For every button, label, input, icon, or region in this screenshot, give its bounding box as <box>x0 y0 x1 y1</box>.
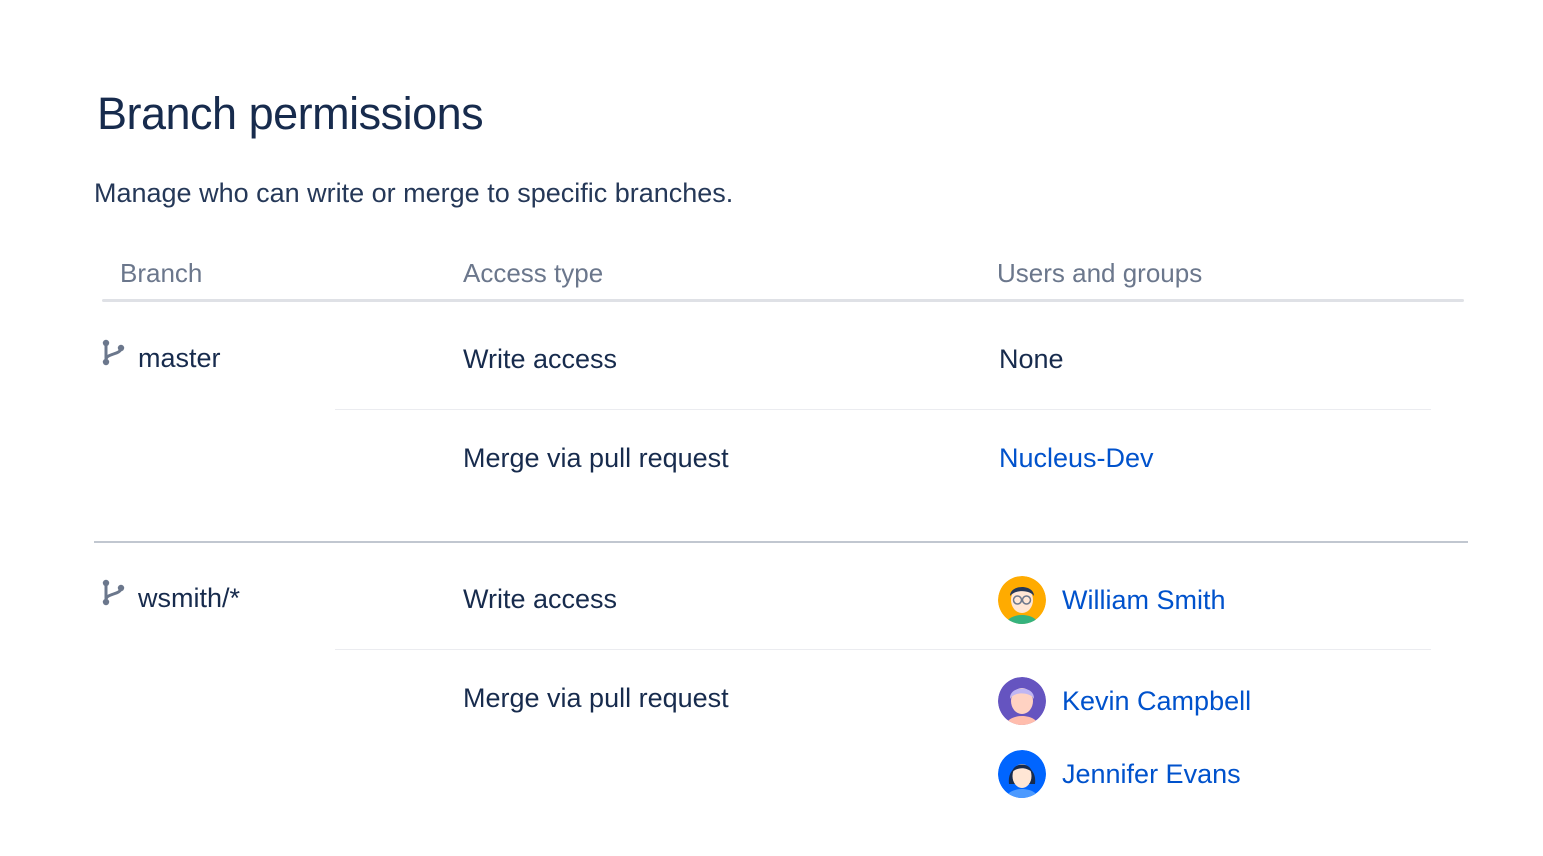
column-header-branch: Branch <box>120 258 203 288</box>
users-none: None <box>999 344 1064 374</box>
user-name: William Smith <box>1062 584 1226 615</box>
user-name: Jennifer Evans <box>1062 758 1241 789</box>
access-type: Write access <box>463 584 618 614</box>
branch-name: wsmith/* <box>138 583 241 613</box>
user-william-smith[interactable]: William Smith <box>998 576 1226 624</box>
avatar <box>998 576 1046 624</box>
page-title: Branch permissions <box>97 88 484 139</box>
row-divider <box>335 409 1431 410</box>
branch-icon <box>102 579 125 605</box>
group-divider <box>94 541 1468 543</box>
branch-wsmith[interactable]: wsmith/* <box>100 579 241 614</box>
page-description: Manage who can write or merge to specifi… <box>94 178 734 208</box>
column-header-access-type: Access type <box>463 258 604 288</box>
user-kevin-campbell[interactable]: Kevin Campbell <box>998 677 1251 725</box>
branch-name: master <box>138 343 221 373</box>
user-jennifer-evans[interactable]: Jennifer Evans <box>998 750 1241 798</box>
user-name: Kevin Campbell <box>1062 685 1252 716</box>
header-divider <box>102 299 1464 302</box>
column-header-users-and-groups: Users and groups <box>997 258 1203 288</box>
avatar <box>998 750 1046 798</box>
group-link-nucleus-dev[interactable]: Nucleus-Dev <box>999 443 1154 474</box>
branch-master[interactable]: master <box>100 339 221 374</box>
access-type: Write access <box>463 344 618 374</box>
avatar <box>998 677 1046 725</box>
access-type: Merge via pull request <box>463 443 729 473</box>
branch-icon <box>102 339 125 365</box>
access-type: Merge via pull request <box>463 683 729 713</box>
row-divider <box>335 649 1431 650</box>
